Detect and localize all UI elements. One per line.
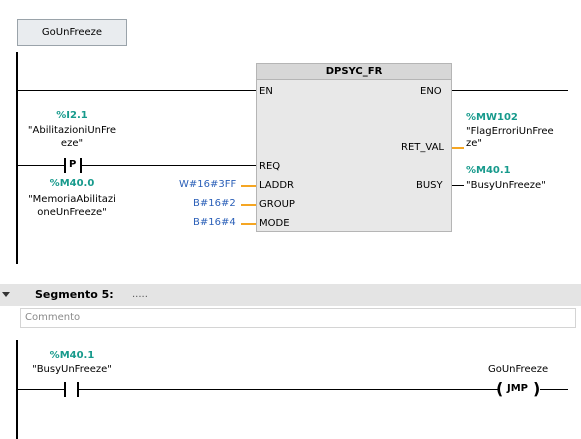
edge-contact-left-bar[interactable]: [64, 158, 66, 173]
pin-eno: ENO: [420, 86, 442, 97]
seg5-wire-middle: [79, 389, 499, 390]
req-wire-left: [17, 165, 65, 166]
pin-mode: MODE: [259, 218, 290, 229]
enable-contact-symbol-line1[interactable]: "AbilitazioniUnFre: [14, 125, 130, 137]
collapse-icon[interactable]: [2, 292, 10, 297]
laddr-wire: [241, 185, 256, 187]
mode-wire: [241, 223, 256, 225]
pin-group: GROUP: [259, 199, 295, 210]
busy-wire: [452, 185, 464, 186]
eno-wire: [452, 90, 568, 91]
ret-val-address[interactable]: %MW102: [466, 112, 518, 124]
ret-val-symbol-line2[interactable]: ze": [466, 138, 482, 150]
edge-contact-symbol-line2[interactable]: oneUnFreeze": [22, 207, 122, 219]
busy-contact-symbol[interactable]: "BusyUnFreeze": [20, 364, 124, 376]
edge-contact-symbol-line1[interactable]: "MemoriaAbilitazi: [14, 194, 130, 206]
power-rail-left: [16, 52, 18, 264]
laddr-value[interactable]: W#16#3FF: [179, 179, 236, 191]
jmp-instruction[interactable]: JMP: [507, 383, 528, 395]
enable-contact-symbol-line2[interactable]: eze": [22, 138, 122, 150]
seg5-wire-right: [540, 389, 568, 390]
req-wire-right: [82, 165, 256, 166]
function-block-title: DPSYC_FR: [256, 63, 452, 80]
edge-contact-address[interactable]: %M40.0: [22, 178, 122, 190]
segment5-title-dots[interactable]: .....: [132, 288, 148, 302]
ret-val-symbol-line1[interactable]: "FlagErroriUnFree: [466, 126, 554, 138]
pin-ret-val: RET_VAL: [401, 142, 444, 153]
jump-target-label[interactable]: GoUnFreeze: [488, 364, 548, 376]
en-wire: [17, 90, 256, 91]
segment5-title: Segmento 5:: [35, 288, 114, 301]
busy-symbol[interactable]: "BusyUnFreeze": [466, 180, 546, 192]
enable-contact-address[interactable]: %I2.1: [22, 110, 122, 122]
group-value[interactable]: B#16#2: [193, 198, 236, 210]
pin-busy: BUSY: [416, 180, 443, 191]
pin-req: REQ: [259, 161, 281, 172]
pin-en: EN: [259, 86, 273, 97]
mode-value[interactable]: B#16#4: [193, 217, 236, 229]
busy-address[interactable]: %M40.1: [466, 165, 511, 177]
jmp-coil-open-paren: (: [496, 379, 504, 398]
ret-val-wire: [452, 147, 464, 149]
seg5-wire-left: [17, 389, 64, 390]
segment5-comment[interactable]: Commento: [20, 308, 576, 328]
edge-contact-letter: P: [69, 159, 77, 170]
busy-contact-address[interactable]: %M40.1: [22, 350, 122, 362]
jump-label-box[interactable]: GoUnFreeze: [17, 19, 127, 46]
pin-laddr: LADDR: [259, 180, 294, 191]
busy-contact-left-bar[interactable]: [64, 382, 66, 397]
group-wire: [241, 204, 256, 206]
